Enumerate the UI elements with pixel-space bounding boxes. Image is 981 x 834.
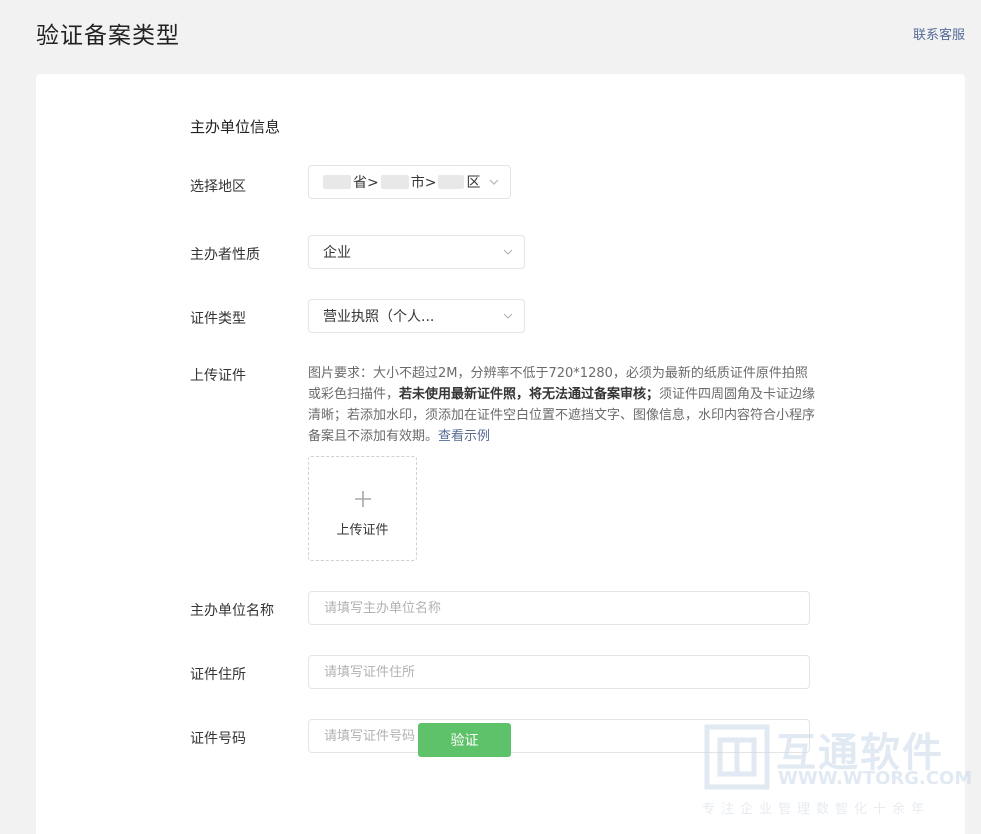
masked-district xyxy=(438,175,465,189)
cert-number-input[interactable] xyxy=(308,719,810,753)
section-title: 主办单位信息 xyxy=(190,118,281,136)
chevron-down-icon xyxy=(503,249,513,255)
plus-icon xyxy=(355,491,371,507)
cert-type-value: 营业执照（个人... xyxy=(323,309,435,325)
page-title: 验证备案类型 xyxy=(36,23,180,49)
nature-select[interactable]: 企业 xyxy=(308,235,525,269)
contact-support-link[interactable]: 联系客服 xyxy=(913,24,965,43)
nature-label: 主办者性质 xyxy=(190,247,260,263)
view-example-link[interactable]: 查看示例 xyxy=(438,429,490,444)
address-label: 证件住所 xyxy=(190,667,246,683)
upload-requirements: 图片要求：大小不超过2M，分辨率不低于720*1280，必须为最新的纸质证件原件… xyxy=(308,366,816,444)
address-input[interactable] xyxy=(308,655,810,689)
cert-type-label: 证件类型 xyxy=(190,311,246,327)
chevron-down-icon xyxy=(489,179,499,185)
cert-type-select[interactable]: 营业执照（个人... xyxy=(308,299,525,333)
chevron-down-icon xyxy=(503,313,513,319)
region-select[interactable]: 省> 市> 区 xyxy=(308,165,511,199)
form-card: 主办单位信息 选择地区 省> 市> 区 主办者性质 企业 证件类型 营业执照（个… xyxy=(36,74,965,834)
upload-warning: 若未使用最新证件照，将无法通过备案审核； xyxy=(399,387,660,402)
nature-value: 企业 xyxy=(323,245,351,261)
region-label: 选择地区 xyxy=(190,179,246,195)
masked-city xyxy=(380,175,409,189)
org-name-input[interactable] xyxy=(308,591,810,625)
upload-cert-button[interactable]: 上传证件 xyxy=(308,456,417,561)
region-city: 市> xyxy=(380,172,439,192)
verify-button[interactable]: 验证 xyxy=(418,723,511,757)
region-province: 省> xyxy=(323,172,381,192)
org-name-label: 主办单位名称 xyxy=(190,603,274,619)
cert-number-label: 证件号码 xyxy=(190,731,246,747)
masked-province xyxy=(323,175,351,189)
upload-label: 上传证件 xyxy=(190,368,246,384)
region-district: 区 xyxy=(438,172,482,192)
upload-button-label: 上传证件 xyxy=(336,523,389,538)
